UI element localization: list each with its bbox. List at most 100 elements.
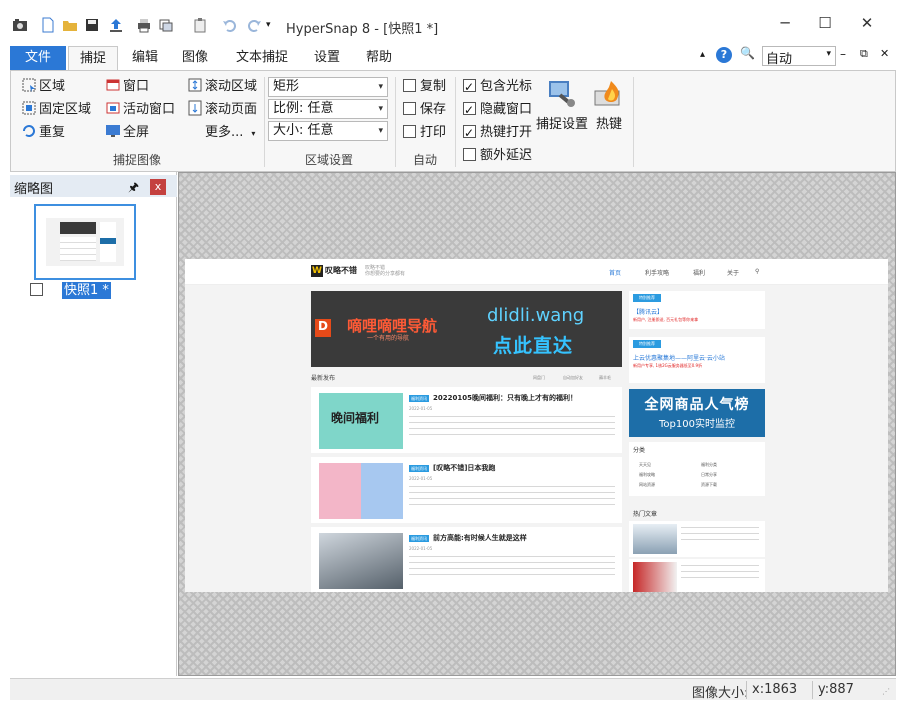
tab-capture[interactable]: 捕捉 — [68, 46, 118, 70]
minimize-button[interactable]: ─ — [770, 12, 800, 34]
thumbnail-label[interactable]: 快照1 * — [62, 282, 111, 299]
hotkeys-button[interactable]: 热键 — [591, 77, 627, 132]
category-item: 资源下载 — [701, 482, 717, 487]
pin-icon[interactable]: 🖈 — [128, 178, 139, 199]
capture-scroll-region-button[interactable]: 滚动区域 — [187, 77, 257, 97]
post-excerpt — [409, 414, 615, 436]
nav-about: 关于 — [727, 270, 740, 277]
category-item: 天天见 — [639, 462, 651, 467]
shape-select[interactable]: 矩形 ▾ — [268, 77, 388, 97]
zoom-select[interactable]: 自动 ▾ — [762, 46, 836, 67]
hide-window-checkbox[interactable]: 隐藏窗口 — [463, 100, 532, 120]
hot-article — [629, 521, 765, 557]
tab-settings[interactable]: 设置 — [304, 46, 350, 70]
ad-banner: 全网商品人气榜 Top100实时监控 — [629, 389, 765, 437]
image-size-label: 图像大小: — [692, 686, 749, 701]
capture-window-button[interactable]: 窗口 — [105, 77, 149, 97]
image-canvas[interactable]: W 叹略不错 叹略不错 你想要的分享都有 首页 利手攻略 福利 关于 ⚲ D 嘀哩… — [178, 172, 896, 676]
capture-scroll-page-button[interactable]: 滚动页面 — [187, 100, 257, 120]
doc-minimize-button[interactable]: – — [840, 47, 846, 61]
post-thumbnail: 晚间福利 — [319, 393, 403, 449]
post-title: [叹略不错]日本我跑 — [433, 464, 496, 472]
category-item: 日常分享 — [701, 472, 717, 477]
clipboard-icon[interactable] — [192, 17, 208, 33]
undo-icon[interactable] — [222, 17, 238, 33]
thumbnail-checkbox[interactable] — [30, 283, 43, 296]
save-icon[interactable] — [84, 17, 100, 33]
post-thumbnail — [319, 463, 403, 519]
thumbnail-item[interactable] — [34, 204, 136, 280]
tab-edit[interactable]: 编辑 — [122, 46, 168, 70]
thumbnail-image — [46, 218, 124, 266]
site-logo: W 叹略不错 — [311, 265, 357, 277]
auto-copy-label: 复制 — [420, 79, 447, 94]
banner-subtitle: 一个有用的导航 — [367, 335, 410, 342]
tab-image[interactable]: 图像 — [172, 46, 218, 70]
thumbnail-posts — [60, 237, 96, 261]
maximize-button[interactable]: ☐ — [810, 12, 840, 34]
post-thumbnail — [319, 533, 403, 589]
group-divider — [455, 77, 456, 167]
auto-print-checkbox[interactable]: 打印 — [403, 123, 446, 143]
hotkeys-on-label: 热键打开 — [480, 125, 533, 140]
new-icon[interactable] — [40, 17, 56, 33]
hot-articles-title: 热门文章 — [633, 511, 658, 518]
upload-icon[interactable] — [108, 17, 124, 33]
title-bar: ▾ HyperSnap 8 - [快照1 *] ─ ☐ ✕ — [0, 0, 902, 44]
extra-delay-checkbox[interactable]: 额外延迟 — [463, 146, 532, 166]
side-text: 上云优惠聚集地——阿里云·云小站 — [633, 355, 725, 362]
side-tag: 特别推荐 — [633, 340, 661, 348]
capture-repeat-button[interactable]: 重复 — [21, 123, 65, 143]
tab-text-capture[interactable]: 文本捕捉 — [224, 46, 300, 70]
print-icon[interactable] — [136, 17, 152, 33]
post-title: 20220105晚间福利：只有晚上才有的福利！ — [433, 394, 577, 402]
auto-save-checkbox[interactable]: 保存 — [403, 100, 446, 120]
redo-icon[interactable] — [246, 17, 262, 33]
tab-help[interactable]: 帮助 — [356, 46, 402, 70]
capture-region-button[interactable]: 区域 — [21, 77, 65, 97]
copy-icon[interactable] — [158, 17, 174, 33]
capture-fullscreen-button[interactable]: 全屏 — [105, 123, 149, 143]
fixed-region-label: 固定区域 — [39, 102, 92, 117]
collapse-ribbon-icon[interactable]: ▴ — [700, 49, 705, 60]
auto-print-label: 打印 — [420, 125, 447, 140]
ribbon-tabs: 文件 捕捉 编辑 图像 文本捕捉 设置 帮助 ▴ ? 🔍 自动 ▾ – ⧉ ✕ — [10, 44, 896, 70]
status-divider — [812, 681, 813, 699]
hide-window-label: 隐藏窗口 — [480, 102, 533, 117]
capture-active-window-button[interactable]: 活动窗口 — [105, 100, 175, 120]
dropdown-icon[interactable]: ▾ — [266, 17, 282, 33]
capture-settings-button[interactable]: 捕捉设置 — [535, 77, 589, 132]
search-icon[interactable]: 🔍 — [740, 46, 755, 60]
window-icon — [106, 79, 120, 91]
size-value: 大小: 任意 — [273, 123, 334, 138]
repeat-label: 重复 — [39, 125, 66, 140]
auto-copy-checkbox[interactable]: 复制 — [403, 77, 446, 97]
checkbox-box — [403, 102, 416, 115]
help-icon[interactable]: ? — [716, 47, 732, 63]
post-excerpt — [409, 484, 615, 506]
doc-restore-button[interactable]: ⧉ — [860, 47, 868, 61]
hotkeys-on-checkbox[interactable]: 热键打开 — [463, 123, 532, 143]
status-divider — [746, 681, 747, 699]
include-cursor-checkbox[interactable]: 包含光标 — [463, 77, 532, 97]
close-button[interactable]: ✕ — [852, 12, 882, 34]
close-pane-button[interactable]: x — [150, 179, 166, 195]
open-folder-icon[interactable] — [62, 17, 78, 33]
side-tag: 特别推荐 — [633, 294, 661, 302]
fullscreen-label: 全屏 — [123, 125, 150, 140]
thumbnail-banner — [60, 222, 96, 234]
capture-more-button[interactable]: 更多... ▾ — [205, 123, 255, 143]
ad-line-1: 全网商品人气榜 — [644, 397, 750, 413]
tab-file[interactable]: 文件 — [10, 46, 66, 70]
size-select[interactable]: 大小: 任意 ▾ — [268, 121, 388, 141]
auto-save-label: 保存 — [420, 102, 447, 117]
camera-icon[interactable] — [12, 17, 28, 33]
doc-close-button[interactable]: ✕ — [880, 47, 889, 60]
capture-fixed-region-button[interactable]: 固定区域 — [21, 100, 91, 120]
resize-grip-icon[interactable]: ⋰ — [882, 687, 890, 696]
ratio-select[interactable]: 比例: 任意 ▾ — [268, 99, 388, 119]
latest-label: 最新发布 — [311, 375, 336, 382]
category-item: 福利分类 — [701, 462, 717, 467]
side-text: 【腾讯云】 — [633, 309, 664, 316]
logo-mark-icon: W — [311, 265, 323, 277]
